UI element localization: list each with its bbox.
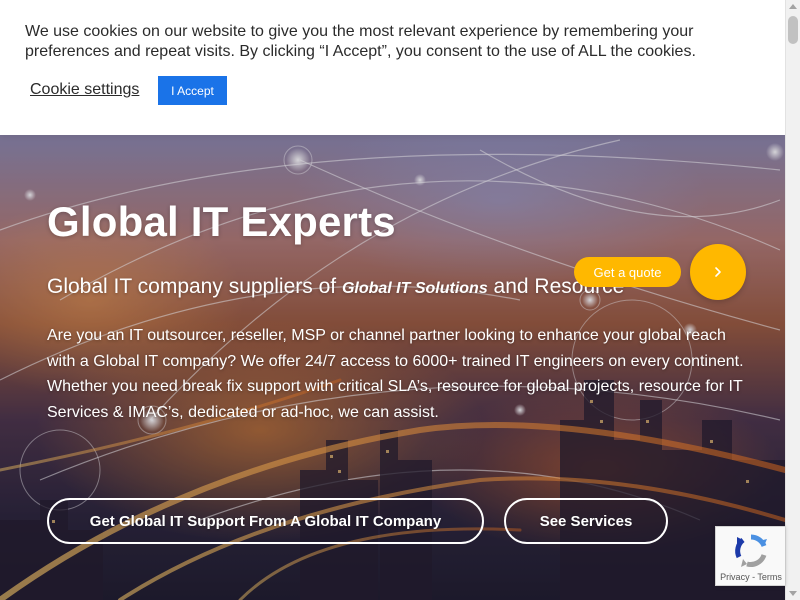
get-quote-button[interactable]: Get a quote <box>574 257 681 287</box>
get-support-button[interactable]: Get Global IT Support From A Global IT C… <box>47 498 484 544</box>
recaptcha-badge[interactable]: Privacy - Terms <box>715 526 785 586</box>
hero-subtitle-before: Global IT company suppliers of <box>47 275 342 298</box>
page: Global IT Experts Global IT company supp… <box>0 0 800 600</box>
scrollbar-thumb[interactable] <box>788 16 798 44</box>
recaptcha-privacy-link[interactable]: Privacy <box>720 572 750 582</box>
get-quote-circle-button[interactable] <box>690 244 746 300</box>
cookie-consent-banner: We use cookies on our website to give yo… <box>0 0 785 135</box>
scroll-up-arrow-icon[interactable] <box>789 4 797 9</box>
chevron-right-icon <box>715 267 721 277</box>
cookie-message: We use cookies on our website to give yo… <box>25 23 696 60</box>
page-scrollbar[interactable] <box>785 0 800 600</box>
hero-title: Global IT Experts <box>47 198 396 245</box>
scroll-down-arrow-icon[interactable] <box>789 591 797 596</box>
cookie-settings-link[interactable]: Cookie settings <box>30 81 139 99</box>
recaptcha-logo-icon <box>735 534 767 567</box>
hero-subtitle: Global IT company suppliers of Global IT… <box>47 275 624 299</box>
recaptcha-terms-link[interactable]: Terms <box>757 572 782 582</box>
recaptcha-links: Privacy - Terms <box>716 572 786 582</box>
hero-subtitle-emphasis: Global IT Solutions <box>341 280 488 297</box>
see-services-button[interactable]: See Services <box>504 498 668 544</box>
cookie-accept-button[interactable]: I Accept <box>158 76 227 105</box>
hero-description: Are you an IT outsourcer, reseller, MSP … <box>47 327 744 421</box>
